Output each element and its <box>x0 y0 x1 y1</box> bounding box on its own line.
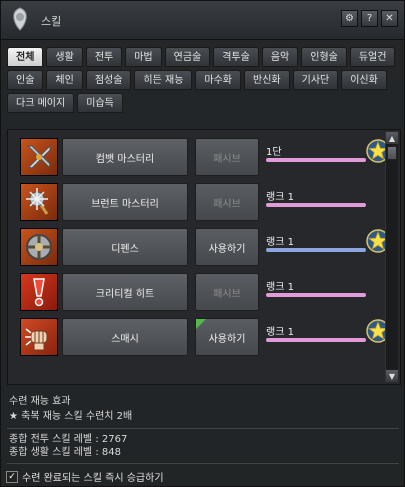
category-tabs: 전체 생활 전투 마법 연금술 격투술 음악 인형술 듀얼건 인술 체인 점성술 히든 재능 마수화 반신… <box>7 47 402 116</box>
tab-row1-2[interactable]: 전투 <box>85 47 123 67</box>
skill-rank: 랭크 1 <box>266 327 294 338</box>
skill-name-button[interactable]: 디펜스 <box>62 228 188 266</box>
use-skill-button[interactable]: 사용하기 <box>195 228 259 266</box>
skill-emblem-icon <box>8 5 32 33</box>
auto-promote-checkbox[interactable]: ✓ <box>6 470 18 483</box>
passive-button: 패시브 <box>195 273 259 311</box>
tab-row2-7[interactable]: 이신화 <box>341 70 387 90</box>
tab-row3-1[interactable]: 미습득 <box>77 93 123 113</box>
smash-fist-icon[interactable] <box>20 318 58 356</box>
hotkey-corner-icon <box>196 319 206 329</box>
tab-row2-6[interactable]: 기사단 <box>292 70 339 90</box>
tab-row1-7[interactable]: 인형술 <box>301 47 347 67</box>
combat-mastery-swords-icon[interactable] <box>20 138 58 176</box>
skill-row[interactable]: 크리티컬 히트 패시브 랭크 1 <box>16 271 384 311</box>
training-progress-bar <box>266 203 366 207</box>
scroll-down-icon[interactable]: ▼ <box>386 370 398 382</box>
tab-row2-1[interactable]: 체인 <box>46 70 83 90</box>
training-effect-title: 수련 재능 효과 <box>9 396 71 407</box>
use-skill-button[interactable]: 사용하기 <box>195 318 259 356</box>
help-icon[interactable]: ? <box>361 10 378 27</box>
tab-row1-1[interactable]: 생활 <box>46 47 83 67</box>
critical-hit-exclamation-icon[interactable] <box>20 273 58 311</box>
skill-window: 스킬 ⚙ ? ✕ 전체 생활 전투 마법 연금술 격투술 음악 인형술 듀얼건 인술 체인 점성술 히… <box>0 0 405 487</box>
auto-promote-option[interactable]: ✓ 수련 완료되는 스킬 즉시 승급하기 <box>6 469 164 484</box>
combat-skill-level: 종합 전투 스킬 레벨 : 2767 <box>9 434 128 445</box>
tab-row2-3[interactable]: 히든 재능 <box>134 70 193 90</box>
tab-row1-0[interactable]: 전체 <box>7 47 44 67</box>
skill-rank: 랭크 1 <box>266 282 294 293</box>
skill-name-button[interactable]: 컴뱃 마스터리 <box>62 138 188 176</box>
scrollbar[interactable]: ▲ ▼ <box>385 132 398 382</box>
training-effect: 수련 재능 효과 ★ 축복 재능 스킬 수련치 2배 <box>9 394 132 424</box>
life-skill-level: 종합 생활 스킬 레벨 : 848 <box>9 447 121 458</box>
skill-row[interactable]: 컴뱃 마스터리 패시브 1단 <box>16 136 390 176</box>
skill-rank: 랭크 1 <box>266 192 294 203</box>
training-progress-bar <box>266 158 366 162</box>
action-label: 사용하기 <box>208 243 246 255</box>
tab-row1-6[interactable]: 음악 <box>261 47 299 67</box>
tab-row2-5[interactable]: 반신화 <box>244 70 290 90</box>
tab-row-2: 인술 체인 점성술 히든 재능 마수화 반신화 기사단 이신화 <box>7 70 402 90</box>
divider <box>7 463 399 464</box>
tab-row1-3[interactable]: 마법 <box>125 47 162 67</box>
tab-row-3: 다크 메이지 미습득 <box>7 93 402 113</box>
auto-promote-label: 수련 완료되는 스킬 즉시 승급하기 <box>22 473 164 484</box>
scroll-up-icon[interactable]: ▲ <box>386 132 398 144</box>
training-progress-bar <box>266 248 366 252</box>
settings-icon[interactable]: ⚙ <box>341 10 358 27</box>
tab-row2-0[interactable]: 인술 <box>7 70 44 90</box>
training-effect-line: ★ 축복 재능 스킬 수련치 2배 <box>9 411 133 422</box>
skill-name-button[interactable]: 스매시 <box>62 318 188 356</box>
window-title: 스킬 <box>41 15 62 28</box>
divider <box>7 428 399 429</box>
tab-row-1: 전체 생활 전투 마법 연금술 격투술 음악 인형술 듀얼건 <box>7 47 402 67</box>
skill-name-button[interactable]: 브런트 마스터리 <box>62 183 188 221</box>
skill-level-stats: 종합 전투 스킬 레벨 : 2767 종합 생활 스킬 레벨 : 848 <box>9 433 127 459</box>
skill-row[interactable]: 스매시 사용하기 랭크 1 <box>16 316 390 356</box>
tab-row1-4[interactable]: 연금술 <box>164 47 211 67</box>
action-label: 패시브 <box>213 198 241 210</box>
skill-row[interactable]: 디펜스 사용하기 랭크 1 <box>16 226 390 266</box>
tab-row1-8[interactable]: 듀얼건 <box>349 47 396 67</box>
passive-button: 패시브 <box>195 183 259 221</box>
blunt-mastery-mace-icon[interactable] <box>20 183 58 221</box>
scroll-thumb[interactable] <box>387 146 397 160</box>
close-icon[interactable]: ✕ <box>381 10 398 27</box>
defense-shield-icon[interactable] <box>20 228 58 266</box>
skill-name-button[interactable]: 크리티컬 히트 <box>62 273 188 311</box>
training-progress-bar <box>266 338 366 342</box>
skill-rank: 1단 <box>266 147 282 158</box>
tab-row2-4[interactable]: 마수화 <box>195 70 242 90</box>
skill-list[interactable]: 컴뱃 마스터리 패시브 1단 브런트 마스터리 패시브 랭크 1 디펜스 사용하기 랭크 1 크리… <box>7 129 401 385</box>
tab-row3-0[interactable]: 다크 메이지 <box>7 93 75 113</box>
title-bar[interactable]: 스킬 ⚙ ? ✕ <box>1 1 404 40</box>
skill-rank: 랭크 1 <box>266 237 294 248</box>
tab-row2-2[interactable]: 점성술 <box>85 70 132 90</box>
tab-row1-5[interactable]: 격투술 <box>213 47 259 67</box>
skill-row[interactable]: 브런트 마스터리 패시브 랭크 1 <box>16 181 384 221</box>
passive-button: 패시브 <box>195 138 259 176</box>
action-label: 패시브 <box>213 288 241 300</box>
training-progress-bar <box>266 293 366 297</box>
action-label: 사용하기 <box>208 333 246 345</box>
action-label: 패시브 <box>213 153 241 165</box>
